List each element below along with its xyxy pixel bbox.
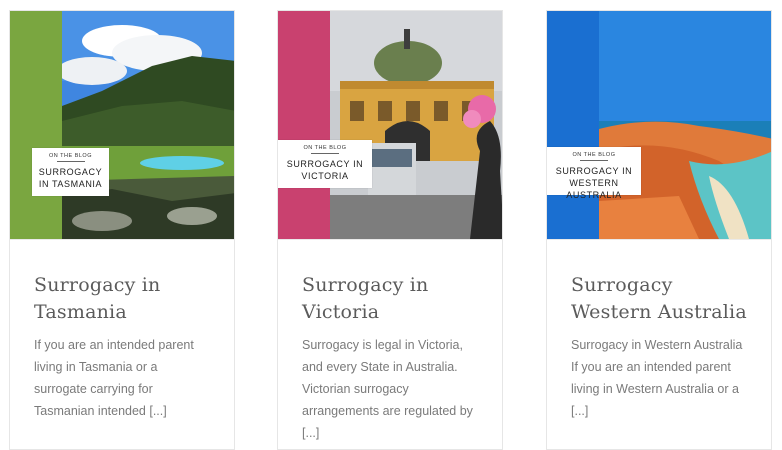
accent-stripe [547,11,599,239]
post-excerpt: If you are an intended parent living in … [34,338,194,418]
western-australia-photo [599,11,771,239]
victoria-photo [330,11,502,239]
badge-title: Surrogacy in Tasmania [38,167,103,189]
on-the-blog-badge: On the blog Surrogacy in Tasmania [32,148,109,196]
post-title-link[interactable]: Surrogacy in Tasmania [34,272,212,326]
post-thumbnail[interactable]: On the blog Surrogacy in Western Austral… [547,11,771,239]
accent-stripe [278,11,330,239]
post-excerpt: Surrogacy is legal in Victoria, and ever… [302,338,473,440]
post-title-link[interactable]: Surrogacy Western Australia [571,272,749,326]
badge-small-label: On the blog [572,152,616,158]
post-title-link[interactable]: Surrogacy in Victoria [302,272,480,326]
accent-stripe [10,11,62,239]
badge-title: Surrogacy in Victoria [286,159,364,181]
blog-card-western-australia[interactable]: On the blog Surrogacy in Western Austral… [546,10,772,450]
blog-card-tasmania[interactable]: On the blog Surrogacy in Tasmania Surrog… [9,10,235,450]
blog-card-victoria[interactable]: On the blog Surrogacy in Victoria Surrog… [277,10,503,450]
on-the-blog-badge: On the blog Surrogacy in Victoria [278,140,372,188]
post-thumbnail[interactable]: On the blog Surrogacy in Victoria [278,11,502,239]
tasmania-photo [62,11,234,239]
on-the-blog-badge: On the blog Surrogacy in Western Austral… [547,147,641,200]
badge-title: Surrogacy in Western Australia [555,166,633,200]
post-thumbnail[interactable]: On the blog Surrogacy in Tasmania [10,11,234,239]
badge-small-label: On the blog [303,145,347,151]
badge-small-label: On the blog [49,153,92,159]
post-excerpt: Surrogacy in Western Australia If you ar… [571,338,743,418]
